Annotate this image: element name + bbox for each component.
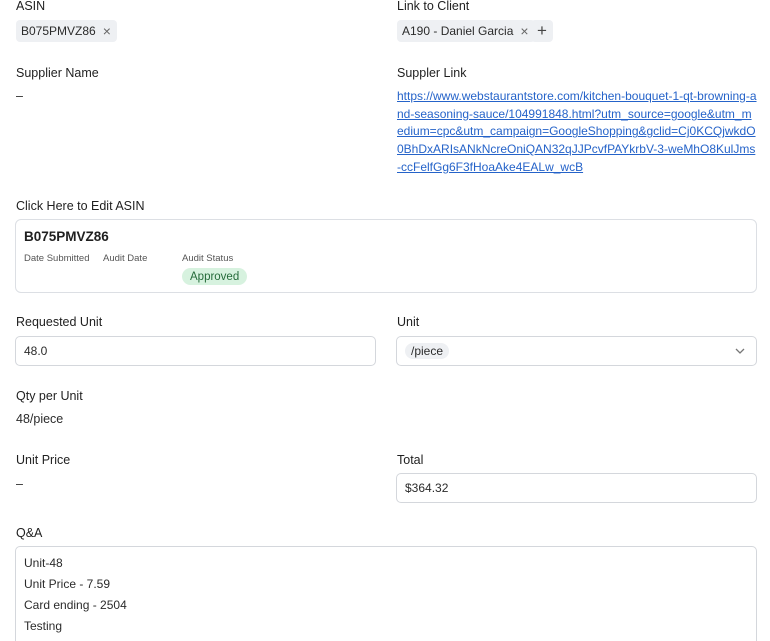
qa-line: Unit Price - 7.59 <box>24 577 111 591</box>
audit-date-label: Audit Date <box>103 253 148 264</box>
remove-asin-icon[interactable]: × <box>103 24 111 38</box>
qty-per-unit-value: 48/piece <box>16 412 64 426</box>
asin-chip[interactable]: B075PMVZ86 × <box>16 20 117 42</box>
supplier-link-label: Suppler Link <box>397 66 467 80</box>
audit-status-badge: Approved <box>182 268 248 285</box>
add-client-button[interactable]: + <box>531 20 553 42</box>
unit-label: Unit <box>397 315 420 329</box>
audit-status-label: Audit Status <box>182 253 234 264</box>
unit-select[interactable]: /piece <box>396 336 757 366</box>
asin-chip-text: B075PMVZ86 <box>21 24 96 38</box>
link-to-client-label: Link to Client <box>397 0 470 13</box>
client-chip-text: A190 - Daniel Garcia <box>402 24 514 38</box>
qa-label: Q&A <box>16 526 43 540</box>
plus-icon: + <box>537 21 547 40</box>
asin-card[interactable]: B075PMVZ86 Date Submitted Audit Date Aud… <box>15 219 757 293</box>
qty-per-unit-label: Qty per Unit <box>16 389 83 403</box>
unit-price-label: Unit Price <box>16 453 71 467</box>
supplier-link[interactable]: https://www.webstaurantstore.com/kitchen… <box>397 88 757 177</box>
unit-selected-value: /piece <box>405 343 450 359</box>
total-value: $364.32 <box>405 481 449 495</box>
chevron-down-icon <box>735 348 745 354</box>
total-input[interactable]: $364.32 <box>396 473 757 503</box>
requested-unit-value: 48.0 <box>24 344 48 358</box>
total-label: Total <box>397 453 424 467</box>
qa-textarea[interactable]: Unit-48 Unit Price - 7.59 Card ending - … <box>15 546 757 641</box>
remove-client-icon[interactable]: × <box>520 24 528 38</box>
client-chip[interactable]: A190 - Daniel Garcia × <box>397 20 535 42</box>
qa-line: Unit-48 <box>24 556 63 570</box>
edit-asin-label: Click Here to Edit ASIN <box>16 199 145 213</box>
requested-unit-input[interactable]: 48.0 <box>15 336 376 366</box>
qa-line: Card ending - 2504 <box>24 598 127 612</box>
requested-unit-label: Requested Unit <box>16 315 103 329</box>
qa-line: Testing <box>24 619 63 633</box>
supplier-name-label: Supplier Name <box>16 66 99 80</box>
date-submitted-label: Date Submitted <box>24 253 90 264</box>
unit-price-value: – <box>16 477 23 491</box>
asin-label: ASIN <box>16 0 46 13</box>
asin-card-title: B075PMVZ86 <box>24 229 109 244</box>
supplier-name-value: – <box>16 89 23 103</box>
